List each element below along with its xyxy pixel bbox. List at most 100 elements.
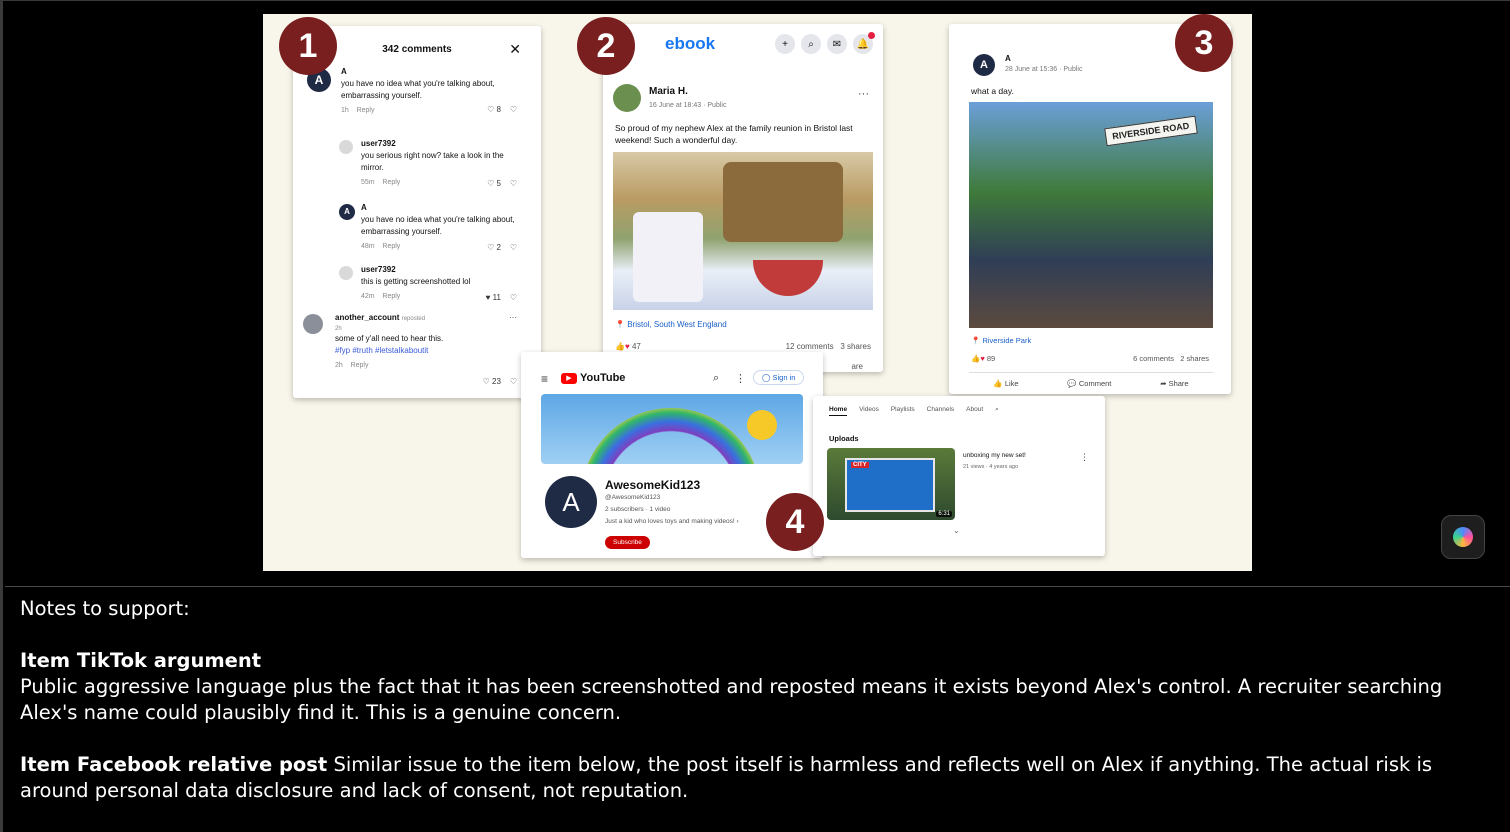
tab-channels[interactable]: Channels [927,406,954,416]
engagement-counts[interactable]: 12 comments 3 shares [786,342,871,351]
post-author[interactable]: Maria H. [649,86,688,97]
channel-tabs: Home Videos Playlists Channels About ⌕ [829,406,999,416]
video-meta: 21 views · 4 years ago [963,464,1019,470]
post-meta: 28 June at 15:36 · Public [1005,66,1083,73]
note-item-1-body: Public aggressive language plus the fact… [20,675,1443,724]
channel-name: AwesomeKid123 [605,478,701,492]
badge-4: 4 [766,493,824,551]
like-count[interactable]: ♡ 5 ♡ [487,178,517,190]
reply-link[interactable]: Reply [351,362,369,369]
post-meta: 16 June at 18:43 · Public [649,102,727,109]
comment-time: 42m [361,293,375,300]
video-duration: 6:31 [936,511,952,517]
post-text: what a day. [971,86,1014,96]
like-count[interactable]: ♥ 11 ♡ [486,292,517,304]
tab-about[interactable]: About [966,406,983,416]
tiktok-comments-card: 342 comments ✕ A A you have no idea what… [293,26,541,398]
reply-link[interactable]: Reply [382,179,400,186]
reaction-count[interactable]: 👍♥ 89 [971,354,995,363]
slide-image: 342 comments ✕ A A you have no idea what… [263,14,1252,571]
sign-in-button[interactable]: ◯ Sign in [753,370,805,385]
comment-text: you have no idea what you're talking abo… [361,215,515,236]
location-tag[interactable]: 📍 Bristol, South West England [615,320,727,329]
note-item-2-title: Item Facebook relative post [20,753,328,776]
note-item-2: Item Facebook relative post Similar issu… [20,752,1495,804]
subscribe-button[interactable]: Subscribe [605,536,650,549]
badge-2: 2 [577,17,635,75]
video-more-icon[interactable]: ⋮ [1080,452,1089,463]
comments-count: 342 comments [382,44,452,55]
reply-link[interactable]: Reply [357,107,375,114]
more-icon[interactable]: ··· [509,312,517,324]
divider [5,586,1510,587]
tab-playlists[interactable]: Playlists [891,406,915,416]
location-tag[interactable]: 📍 Riverside Park [971,336,1031,345]
comment-time: 1h [341,107,349,114]
uploads-heading: Uploads [829,434,859,443]
repost-comment: another_account reposted 2h some of y'al… [303,312,517,386]
avatar [339,266,353,280]
street-sign: RIVERSIDE ROAD [1104,115,1198,147]
youtube-logo[interactable]: ▶ YouTube [561,372,625,384]
like-button[interactable]: 👍 Like [993,379,1018,388]
post-author[interactable]: A [1005,54,1011,63]
search-icon[interactable]: ⌕ [713,372,719,385]
notes-heading: Notes to support: [20,597,190,620]
more-vertical-icon[interactable]: ⋮ [735,372,746,385]
search-icon[interactable]: ⌕ [801,34,821,54]
comment-user: A [341,67,347,76]
comment-button[interactable]: 💬 Comment [1067,379,1111,388]
comment-time: 55m [361,179,375,186]
comment-1: A A you have no idea what you're talking… [307,66,517,117]
post-photo-picnic [613,152,873,310]
share-label-cut[interactable]: are [851,362,863,371]
notes-panel[interactable]: Notes to support: Item TikTok argument P… [20,596,1495,830]
badge-1: 1 [279,17,337,75]
badge-3: 3 [1175,14,1233,72]
menu-icon[interactable]: ≡ [541,372,548,386]
strawberry-bowl [753,260,823,296]
social-post-card-3: A A 28 June at 15:36 · Public what a day… [949,24,1231,394]
tab-videos[interactable]: Videos [859,406,879,416]
more-icon[interactable]: ··· [858,88,869,100]
hashtags[interactable]: #fyp #truth #letstalkaboutit [335,345,517,357]
facebook-topbar: ebook + ⌕ ✉ 🔔 [603,24,883,64]
comments-header: 342 comments ✕ [307,41,527,58]
video-thumbnail[interactable]: CITY 6:31 [827,448,955,520]
youtube-uploads-card: Home Videos Playlists Channels About ⌕ U… [813,396,1105,556]
author-avatar: A [973,54,995,76]
search-icon[interactable]: ⌕ [995,406,999,416]
bell-icon[interactable]: 🔔 [853,32,875,54]
channel-handle: @AwesomeKid123 [605,494,661,501]
note-item-1: Item TikTok argument Public aggressive l… [20,648,1495,726]
close-icon[interactable]: ✕ [509,41,521,58]
tab-home[interactable]: Home [829,406,848,416]
channel-stats: 2 subscribers · 1 video [605,506,671,513]
dislike-icon[interactable]: ♡ [510,105,517,114]
like-count[interactable]: ♡ 8 ♡ [487,104,517,116]
avatar [339,140,353,154]
channel-banner [541,394,803,464]
repost-icon [303,314,323,334]
toy-box: CITY [845,458,935,512]
video-title[interactable]: unboxing my new set! [963,452,1026,459]
copilot-icon[interactable] [1441,515,1485,559]
repost-tag: reposted [401,316,426,322]
reply-link[interactable]: Reply [382,293,400,300]
repost-user: another_account [335,313,400,322]
facebook-logo: ebook [665,34,716,53]
plus-icon[interactable]: + [775,34,795,54]
like-count[interactable]: ♡ 23 ♡ [483,376,517,388]
chevron-down-icon[interactable]: ⌄ [953,526,960,535]
like-count[interactable]: ♡ 2 ♡ [487,242,517,254]
engagement-counts[interactable]: 6 comments 2 shares [1133,354,1209,363]
channel-about[interactable]: Just a kid who loves toys and making vid… [605,518,739,525]
post-text: So proud of my nephew Alex at the family… [615,123,853,145]
reaction-count[interactable]: 👍♥ 47 [615,342,641,351]
comment-time: 2h [335,362,343,369]
reply-link[interactable]: Reply [382,243,400,250]
share-button[interactable]: ➦ Share [1160,379,1188,388]
basket-shape [723,162,843,242]
youtube-play-icon: ▶ [561,372,577,384]
messenger-icon[interactable]: ✉ [827,34,847,54]
